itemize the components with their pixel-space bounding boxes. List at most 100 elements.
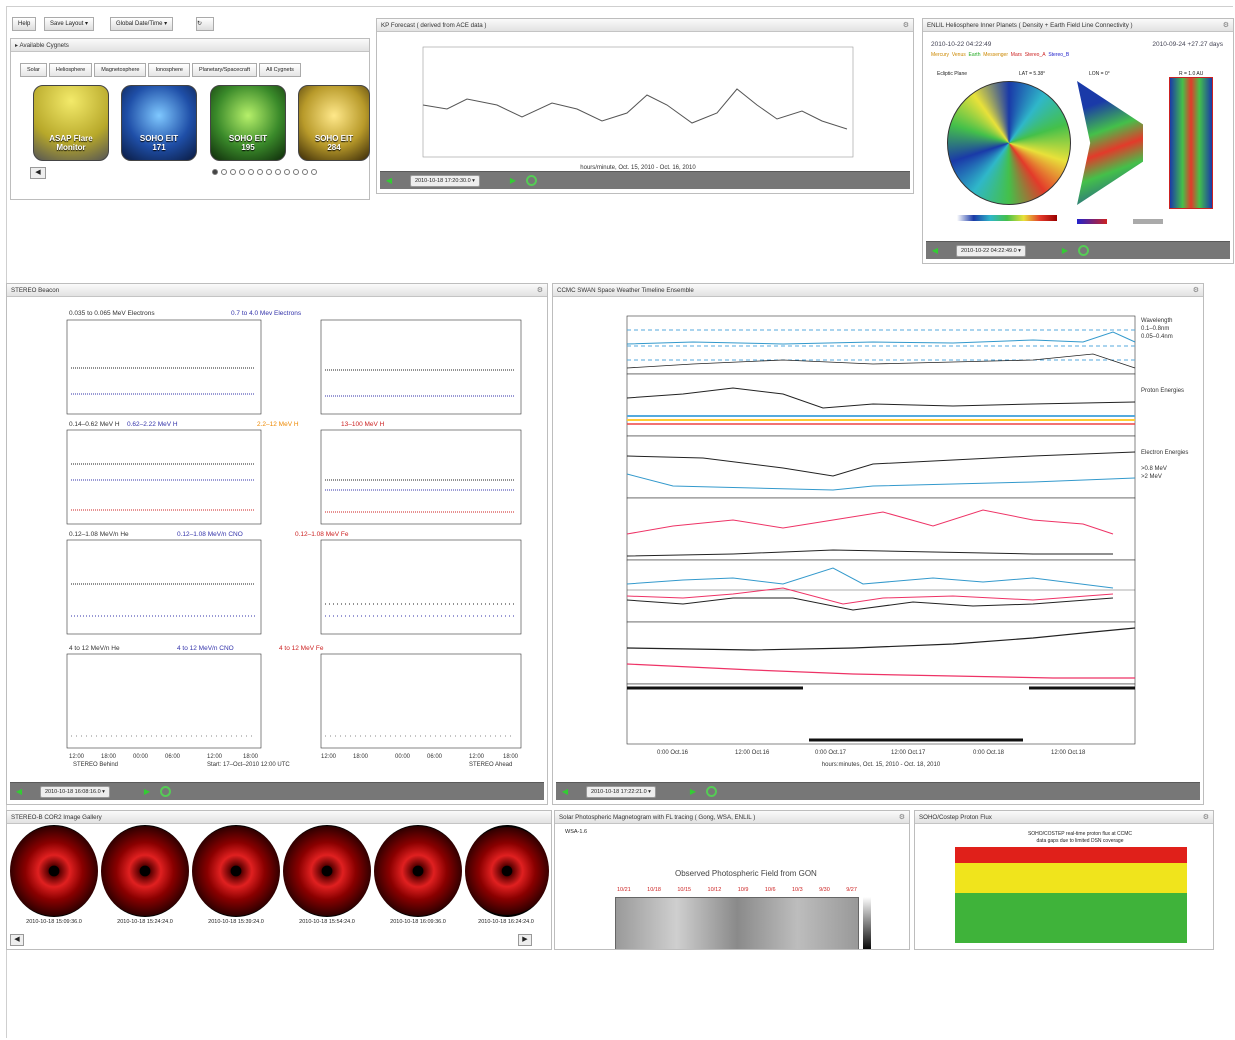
xtick: 00:00 [395, 754, 411, 760]
gallery-prev-button[interactable]: ◀ [10, 934, 24, 946]
pager-dot[interactable] [302, 169, 308, 175]
row4-label-b: 4 to 12 MeV/n CNO [177, 645, 234, 652]
wavelength-band-b: 0.05–0.4nm [1141, 334, 1173, 340]
refresh-icon[interactable] [1078, 245, 1089, 256]
xtick: 12:00 Oct.16 [735, 750, 770, 756]
proton-title: SOHO/Costep Proton Flux [919, 814, 992, 821]
cygnet-label: 171 [152, 143, 166, 152]
date-label: 10/21 [617, 887, 631, 893]
tab-planetary[interactable]: Planetary/Spacecraft [191, 63, 258, 77]
cygnet-prev-button[interactable]: ◀ [30, 167, 46, 179]
cor2-image[interactable] [283, 825, 371, 917]
row2-label-b: 0.62–2.22 MeV H [127, 421, 178, 428]
ccmc-date-select[interactable]: 2010-10-18 17:22:21.0 ▾ [586, 786, 656, 798]
gear-icon[interactable]: ⚙ [1203, 811, 1209, 823]
enlil-panel: ENLIL Heliosphere Inner Planets ( Densit… [922, 18, 1234, 264]
refresh-icon[interactable] [706, 786, 717, 797]
pager-dot[interactable] [284, 169, 290, 175]
refresh-icon[interactable] [526, 175, 537, 186]
step-back-icon[interactable]: ◀ [560, 787, 570, 797]
kp-chart: hours/minute, Oct. 15, 2010 - Oct. 16, 2… [422, 46, 854, 171]
cor2-image[interactable] [10, 825, 98, 917]
gallery-next-button[interactable]: ▶ [518, 934, 532, 946]
kp-date-select[interactable]: 2010-10-18 17:20:30.0 ▾ [410, 175, 480, 187]
pager-dot[interactable] [257, 169, 263, 175]
legend-earth: Earth [968, 52, 981, 58]
enlil-date-select[interactable]: 2010-10-22 04:22:49.0 ▾ [956, 245, 1026, 257]
pager-dot[interactable] [311, 169, 317, 175]
cor2-image[interactable] [374, 825, 462, 917]
tab-magnetosphere[interactable]: Magnetosphere [94, 63, 147, 77]
date-label: 9/30 [819, 887, 830, 893]
gear-icon[interactable]: ⚙ [903, 19, 909, 31]
pager-dot[interactable] [275, 169, 281, 175]
cygnet-pager [212, 169, 320, 177]
gear-icon[interactable]: ⚙ [1193, 284, 1199, 296]
radial-density-map [1169, 77, 1213, 209]
pager-dot[interactable] [266, 169, 272, 175]
cygnet-soho-eit-284[interactable]: SOHO EIT 284 [298, 85, 370, 161]
tab-all-cygnets[interactable]: All Cygnets [259, 63, 301, 77]
gear-icon[interactable]: ⚙ [899, 811, 905, 823]
xtick: 12:00 Oct.17 [891, 750, 926, 756]
save-layout-button[interactable]: Save Layout ▾ [44, 17, 95, 31]
kp-forecast-panel: KP Forecast ( derived from ACE data ) ⚙ h… [376, 18, 914, 194]
step-forward-icon[interactable]: ▶ [688, 787, 698, 797]
step-forward-icon[interactable]: ▶ [508, 176, 518, 186]
pager-dot[interactable] [230, 169, 236, 175]
tab-ionosphere[interactable]: Ionosphere [148, 63, 190, 77]
xtick: 12:00 [207, 754, 223, 760]
xtick: 06:00 [165, 754, 181, 760]
row1-label-b: 0.7 to 4.0 Mev Electrons [231, 310, 302, 317]
cygnet-tabs: Solar Heliosphere Magnetosphere Ionosphe… [20, 63, 303, 77]
cygnet-soho-eit-195[interactable]: SOHO EIT 195 [210, 85, 286, 161]
pager-dot[interactable] [212, 169, 218, 175]
tab-solar[interactable]: Solar [20, 63, 47, 77]
stereo-xticks-left: 12:00 18:00 00:00 06:00 12:00 18:00 [69, 754, 259, 760]
proton-energies-label: Proton Energies [1141, 388, 1184, 394]
refresh-icon[interactable] [160, 786, 171, 797]
wavelength-label: Wavelength [1141, 318, 1172, 324]
step-forward-icon[interactable]: ▶ [1060, 246, 1070, 256]
stereo-timebar: ◀ 2010-10-18 16:08:16.0 ▾ ▶ [10, 782, 544, 800]
enlil-lat-label: LAT = 5.38° [1019, 71, 1046, 77]
cor2-image[interactable] [465, 825, 549, 917]
proton-header-2: data gaps due to limited DSN coverage [1036, 838, 1124, 844]
xtick: 0:00 Oct.18 [973, 750, 1005, 756]
kp-timebar: ◀ 2010-10-18 17:20:30.0 ▾ ▶ [380, 171, 910, 189]
current-sheet-bar [1133, 219, 1163, 224]
xtick: 0:00 Oct.16 [657, 750, 689, 756]
pager-dot[interactable] [248, 169, 254, 175]
cor2-image[interactable] [192, 825, 280, 917]
row3-label-c: 0.12–1.08 MeV Fe [295, 531, 349, 538]
electron-energies-label: Electron Energies [1141, 450, 1188, 456]
pager-dot[interactable] [221, 169, 227, 175]
cor2-image[interactable] [101, 825, 189, 917]
cygnets-section-title[interactable]: ▸ Available Cygnets [11, 39, 369, 52]
xtick: 18:00 [503, 754, 519, 760]
legend-mars: Mars [1010, 52, 1022, 58]
row3-label-b: 0.12–1.08 MeV/n CNO [177, 531, 243, 538]
step-back-icon[interactable]: ◀ [930, 246, 940, 256]
xtick: 18:00 [353, 754, 369, 760]
global-date-button[interactable]: Global Date/Time ▾ [110, 17, 174, 31]
legend-mercury: Mercury [931, 52, 950, 58]
help-button[interactable]: Help [12, 17, 37, 31]
stereo-xticks-right: 12:00 18:00 00:00 06:00 12:00 18:00 [321, 754, 519, 760]
cor2-caption: 2010-10-18 15:09:36.0 [26, 919, 82, 925]
gear-icon[interactable]: ⚙ [537, 284, 543, 296]
step-forward-icon[interactable]: ▶ [142, 787, 152, 797]
magnetogram-panel: Solar Photospheric Magnetogram with FL t… [554, 810, 910, 950]
step-back-icon[interactable]: ◀ [14, 787, 24, 797]
cygnet-asap-flare[interactable]: ASAP Flare Monitor [33, 85, 109, 161]
electron-band-a: >0.8 MeV [1141, 466, 1167, 472]
stereo-date-select[interactable]: 2010-10-18 16:08:16.0 ▾ [40, 786, 110, 798]
cygnet-soho-eit-171[interactable]: SOHO EIT 171 [121, 85, 197, 161]
row1-label-a: 0.035 to 0.065 MeV Electrons [69, 310, 155, 317]
pager-dot[interactable] [293, 169, 299, 175]
gear-icon[interactable]: ⚙ [1223, 19, 1229, 31]
pager-dot[interactable] [239, 169, 245, 175]
refresh-icon[interactable]: ↻ [196, 17, 214, 31]
step-back-icon[interactable]: ◀ [384, 176, 394, 186]
tab-heliosphere[interactable]: Heliosphere [48, 63, 93, 77]
